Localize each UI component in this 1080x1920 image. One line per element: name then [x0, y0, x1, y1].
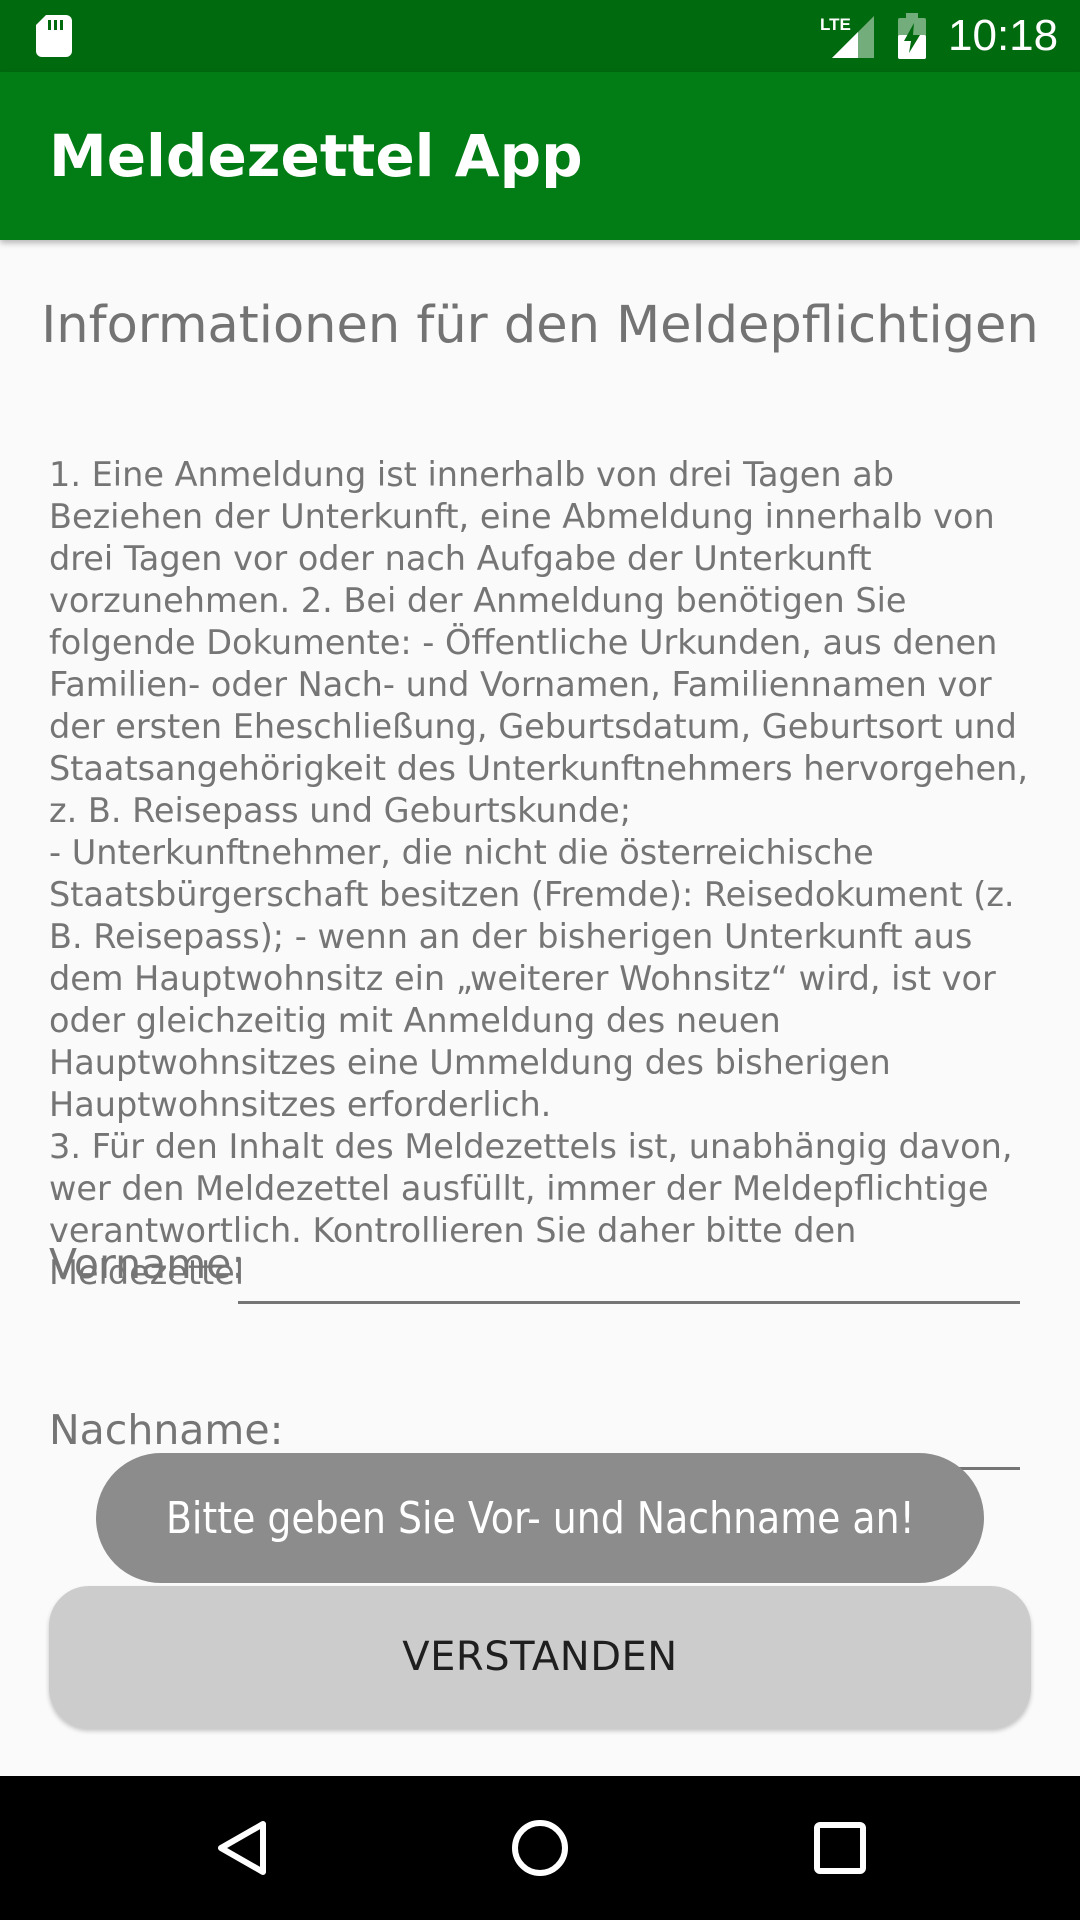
navigation-bar [0, 1776, 1080, 1920]
battery-charging-icon [898, 13, 926, 59]
recent-apps-icon[interactable] [804, 1812, 876, 1884]
first-name-input[interactable] [238, 1244, 1020, 1304]
lte-signal-icon: LTE [820, 15, 874, 58]
status-bar: LTE 10:18 [0, 0, 1080, 72]
understood-button[interactable]: VERSTANDEN [49, 1586, 1031, 1728]
network-type: LTE [820, 15, 851, 34]
toast-text: Bitte geben Sie Vor- und Nachname an! [165, 1492, 915, 1544]
app-bar: Meldezettel App [0, 72, 1080, 240]
clock: 10:18 [948, 11, 1059, 60]
home-icon[interactable] [504, 1812, 576, 1884]
page-heading: Informationen für den Meldepflichtigen [41, 296, 1039, 355]
last-name-label: Nachname: [49, 1406, 284, 1454]
back-icon[interactable] [205, 1812, 277, 1884]
first-name-label: Vorname: [49, 1240, 246, 1288]
screen: LTE 10:18 Meldezettel App Informationen … [0, 0, 1080, 1920]
info-text: 1. Eine Anmeldung ist innerhalb von drei… [49, 455, 1028, 1292]
toast-message: Bitte geben Sie Vor- und Nachname an! [96, 1453, 984, 1583]
sd-card-icon [36, 15, 72, 57]
app-title: Meldezettel App [49, 122, 583, 190]
